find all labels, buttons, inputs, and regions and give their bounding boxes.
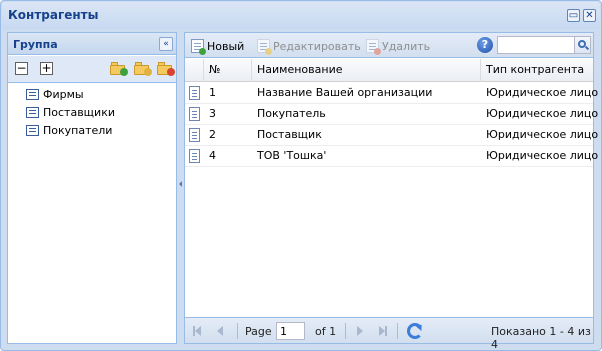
group-panel-header: Группа « [8, 33, 176, 55]
collapse-arrow-icon[interactable] [179, 181, 182, 187]
cell-type: Юридическое лицо [486, 128, 599, 141]
cell-name: Поставщик [257, 128, 322, 141]
table-row[interactable]: 2 Поставщик Юридическое лицо [185, 125, 598, 146]
tree-item-label: Фирмы [43, 87, 84, 101]
document-icon [189, 128, 200, 142]
expand-all-button[interactable]: + [40, 62, 53, 75]
counterparties-grid-panel: Новый Редактировать Удалить ? № Наименов… [184, 32, 598, 351]
panel-splitter[interactable] [178, 32, 183, 344]
group-tree: Фирмы Поставщики Покупатели [26, 85, 115, 139]
document-icon [189, 149, 200, 163]
maximize-icon[interactable]: ▭ [567, 9, 580, 22]
folder-edit-icon[interactable] [134, 62, 152, 76]
folder-delete-icon[interactable] [157, 62, 175, 76]
search-icon[interactable] [574, 36, 591, 54]
refresh-icon[interactable] [407, 323, 423, 339]
delete-button[interactable]: Удалить [366, 38, 431, 55]
search-input[interactable] [497, 36, 575, 54]
edit-button[interactable]: Редактировать [257, 38, 361, 55]
page-count-label: of 1 [315, 325, 337, 338]
cell-type: Юридическое лицо [486, 86, 599, 99]
collapse-all-button[interactable]: − [15, 62, 28, 75]
grid-body: 1 Название Вашей организации Юридическое… [185, 83, 598, 167]
pager-separator [397, 323, 398, 339]
new-document-icon [191, 39, 206, 55]
table-row[interactable]: 3 Покупатель Юридическое лицо [185, 104, 598, 125]
document-icon [189, 107, 200, 121]
grid-header: № Наименование Тип контрагента [185, 59, 593, 82]
column-header-number[interactable]: № [204, 59, 252, 82]
document-icon [189, 86, 200, 100]
column-header-icon [185, 59, 204, 82]
close-icon[interactable]: ✕ [583, 9, 596, 22]
cell-number: 3 [209, 107, 216, 120]
window-header: Контрагенты ▭ ✕ [2, 2, 600, 29]
group-toolbar: − + [8, 56, 176, 83]
pager-separator [237, 323, 238, 339]
delete-button-label: Удалить [382, 39, 431, 53]
column-header-type[interactable]: Тип контрагента [481, 59, 593, 82]
cell-type: Юридическое лицо [486, 149, 599, 162]
next-page-icon[interactable] [355, 326, 365, 336]
cell-name: ТОВ 'Тошка' [257, 149, 327, 162]
tree-item-buyers[interactable]: Покупатели [26, 121, 115, 139]
list-icon [26, 88, 39, 100]
cell-number: 2 [209, 128, 216, 141]
cell-name: Название Вашей организации [257, 86, 433, 99]
delete-document-icon [366, 39, 381, 55]
list-icon [26, 124, 39, 136]
pager-separator [345, 323, 346, 339]
paging-summary: Показано 1 - 4 из 4 [491, 325, 591, 351]
folder-add-icon[interactable] [110, 62, 128, 76]
table-row[interactable]: 1 Название Вашей организации Юридическое… [185, 83, 598, 104]
group-panel: Группа « − + Фирмы Поставщики Покупатели [7, 32, 177, 344]
tree-item-label: Поставщики [43, 105, 115, 119]
new-button[interactable]: Новый [191, 38, 245, 55]
column-header-name[interactable]: Наименование [252, 59, 481, 82]
tree-item-label: Покупатели [43, 123, 113, 137]
group-panel-title: Группа [13, 38, 58, 51]
tree-item-suppliers[interactable]: Поставщики [26, 103, 115, 121]
edit-document-icon [257, 39, 272, 55]
cell-number: 1 [209, 86, 216, 99]
last-page-icon[interactable] [377, 326, 387, 336]
counterparties-window: Контрагенты ▭ ✕ Группа « − + Фирмы Поста… [0, 0, 602, 351]
window-title: Контрагенты [8, 8, 99, 22]
cell-name: Покупатель [257, 107, 326, 120]
grid-toolbar: Новый Редактировать Удалить ? [185, 33, 593, 58]
cell-number: 4 [209, 149, 216, 162]
edit-button-label: Редактировать [273, 39, 361, 53]
list-icon [26, 106, 39, 118]
table-row[interactable]: 4 ТОВ 'Тошка' Юридическое лицо [185, 146, 598, 167]
cell-type: Юридическое лицо [486, 107, 599, 120]
page-number-input[interactable] [276, 322, 305, 340]
new-button-label: Новый [207, 39, 245, 53]
paging-toolbar: Page of 1 Показано 1 - 4 из 4 [185, 317, 593, 351]
prev-page-icon[interactable] [215, 326, 225, 336]
page-label: Page [245, 325, 272, 338]
double-chevron-left-icon[interactable]: « [159, 37, 173, 51]
first-page-icon[interactable] [193, 326, 203, 336]
tree-item-firms[interactable]: Фирмы [26, 85, 115, 103]
help-icon[interactable]: ? [477, 37, 493, 53]
